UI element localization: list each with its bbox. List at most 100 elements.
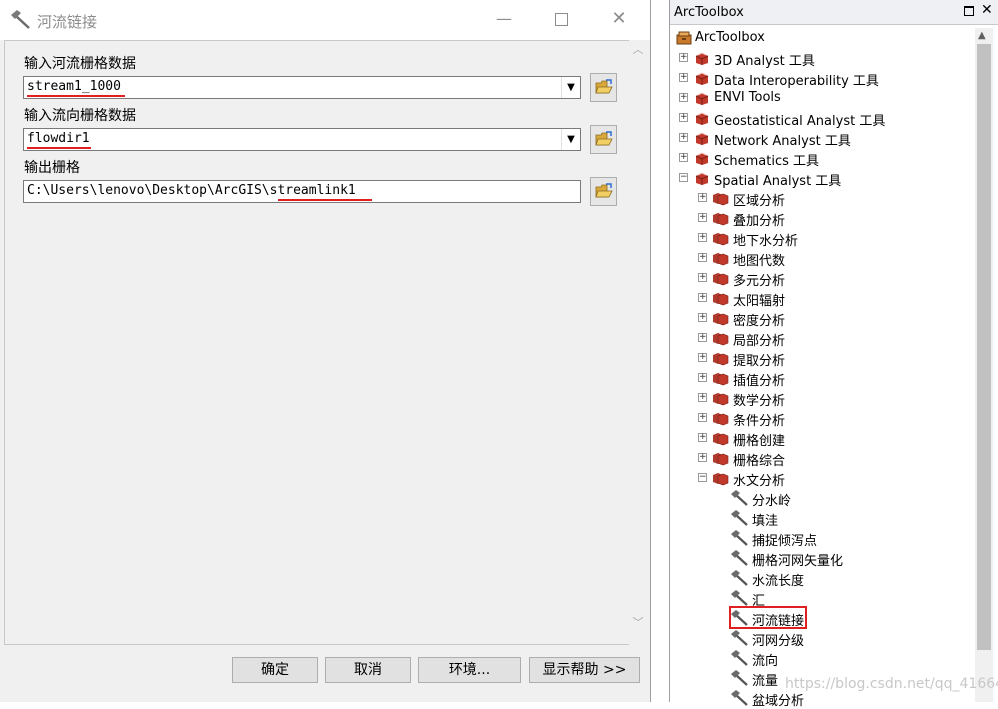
toolbox-icon (695, 92, 709, 105)
panel-scrollbar[interactable]: ︿ ﹀ (629, 40, 647, 645)
expand-icon[interactable]: + (698, 193, 707, 202)
tree-toolset-item[interactable]: + 条件分析 (670, 408, 970, 429)
minimize-button[interactable]: — (493, 8, 515, 30)
folder-open-icon (595, 79, 613, 94)
tree-toolbox-item[interactable]: + ENVI Tools (670, 88, 970, 108)
expand-icon[interactable]: + (698, 273, 707, 282)
expand-icon[interactable]: + (698, 453, 707, 462)
input-stream-raster-value: stream1_1000 (27, 79, 121, 94)
expand-icon[interactable]: + (698, 433, 707, 442)
tree-toolset-item[interactable]: + 栅格综合 (670, 448, 970, 469)
tree-tool-item[interactable]: 分水岭 (670, 488, 970, 509)
annotation-underline (27, 147, 91, 149)
toolset-icon (713, 353, 729, 366)
expand-icon[interactable]: + (698, 313, 707, 322)
toolset-icon (713, 453, 729, 466)
toolbox-label: Data Interoperability 工具 (714, 74, 879, 89)
tool-label: 流向 (752, 654, 779, 669)
tree-toolset-item[interactable]: + 地下水分析 (670, 228, 970, 249)
tree-toolset-item[interactable]: − 水文分析 (670, 468, 970, 489)
dropdown-arrow-icon[interactable]: ▼ (561, 129, 580, 150)
tree-tool-item[interactable]: 栅格河网矢量化 (670, 548, 970, 569)
tree-toolset-item[interactable]: + 太阳辐射 (670, 288, 970, 309)
tree-toolset-item[interactable]: + 区域分析 (670, 188, 970, 209)
expand-icon[interactable]: + (679, 93, 688, 102)
tree-toolbox-item[interactable]: + Geostatistical Analyst 工具 (670, 108, 970, 129)
toolbox-scrollbar[interactable]: ▲ (975, 28, 993, 702)
expand-icon[interactable]: + (698, 393, 707, 402)
tree-toolset-item[interactable]: + 地图代数 (670, 248, 970, 269)
tree-toolset-item[interactable]: + 局部分析 (670, 328, 970, 349)
title-bar[interactable]: 河流链接 — ✕ (0, 0, 650, 40)
maximize-button[interactable] (550, 8, 572, 30)
scroll-up-icon[interactable]: ︿ (632, 44, 644, 56)
expand-icon[interactable]: + (679, 133, 688, 142)
tree-toolset-item[interactable]: + 多元分析 (670, 268, 970, 289)
browse-output-button[interactable] (590, 177, 617, 206)
collapse-icon[interactable]: − (679, 173, 688, 182)
expand-icon[interactable]: + (698, 373, 707, 382)
tree-toolset-item[interactable]: + 叠加分析 (670, 208, 970, 229)
tree-toolset-item[interactable]: + 栅格创建 (670, 428, 970, 449)
ok-button[interactable]: 确定 (232, 657, 318, 683)
tree-tool-item[interactable]: 流向 (670, 648, 970, 669)
expand-icon[interactable]: + (698, 213, 707, 222)
expand-icon[interactable]: + (679, 53, 688, 62)
toolset-label: 密度分析 (733, 314, 786, 329)
input-flowdir-raster-combo[interactable]: flowdir1 ▼ (23, 128, 581, 151)
tree-root-arctoolbox[interactable]: ArcToolbox (670, 28, 970, 48)
toolset-icon (713, 253, 729, 266)
toolbox-icon (695, 172, 709, 185)
tool-label: 水流长度 (752, 574, 805, 589)
tree-tool-item[interactable]: 水流长度 (670, 568, 970, 589)
toolset-label: 栅格综合 (733, 454, 786, 469)
browse-flowdir-button[interactable] (590, 125, 617, 154)
close-icon[interactable]: ✕ (981, 2, 993, 18)
restore-icon[interactable] (964, 6, 974, 16)
show-help-button[interactable]: 显示帮助 >> (529, 657, 640, 683)
tree-toolbox-item[interactable]: + Data Interoperability 工具 (670, 68, 970, 89)
expand-icon[interactable]: + (679, 153, 688, 162)
tree-toolbox-item[interactable]: + Network Analyst 工具 (670, 128, 970, 149)
tree-tool-item-selected[interactable]: 河流链接 (670, 608, 970, 629)
tree-toolbox-item[interactable]: − Spatial Analyst 工具 (670, 168, 970, 189)
expand-icon[interactable]: + (698, 333, 707, 342)
expand-icon[interactable]: + (679, 113, 688, 122)
hammer-icon (731, 490, 748, 506)
close-button[interactable]: ✕ (608, 8, 630, 30)
toolset-label: 水文分析 (733, 474, 786, 489)
expand-icon[interactable]: + (698, 253, 707, 262)
hammer-icon (731, 670, 748, 686)
expand-icon[interactable]: + (698, 413, 707, 422)
tree-tool-item[interactable]: 河网分级 (670, 628, 970, 649)
environments-button[interactable]: 环境... (418, 657, 521, 683)
hammer-icon (731, 510, 748, 526)
expand-icon[interactable]: + (698, 233, 707, 242)
browse-stream-button[interactable] (590, 73, 617, 102)
scrollbar-thumb[interactable] (977, 44, 991, 650)
expand-icon[interactable]: + (679, 73, 688, 82)
tree-toolset-item[interactable]: + 数学分析 (670, 388, 970, 409)
output-raster-value: C:\Users\lenovo\Desktop\ArcGIS\streamlin… (27, 183, 356, 198)
expand-icon[interactable]: + (698, 353, 707, 362)
dropdown-arrow-icon[interactable]: ▼ (561, 77, 580, 98)
tree-toolset-item[interactable]: + 提取分析 (670, 348, 970, 369)
scroll-up-icon[interactable]: ▲ (978, 30, 986, 41)
toolset-icon (713, 393, 729, 406)
tree-toolset-item[interactable]: + 插值分析 (670, 368, 970, 389)
tree-toolset-item[interactable]: + 密度分析 (670, 308, 970, 329)
tree-tool-item[interactable]: 捕捉倾泻点 (670, 528, 970, 549)
tool-label: 栅格河网矢量化 (752, 554, 844, 569)
collapse-icon[interactable]: − (698, 473, 707, 482)
scroll-down-icon[interactable]: ﹀ (632, 617, 644, 629)
tree-tool-item[interactable]: 汇 (670, 588, 970, 609)
toolset-label: 区域分析 (733, 194, 786, 209)
tool-label: 捕捉倾泻点 (752, 534, 818, 549)
cancel-button[interactable]: 取消 (325, 657, 411, 683)
annotation-highlight-box (729, 606, 807, 629)
tree-toolbox-item[interactable]: + 3D Analyst 工具 (670, 48, 970, 69)
tree-toolbox-item[interactable]: + Schematics 工具 (670, 148, 970, 169)
input-stream-raster-label: 输入河流栅格数据 (24, 56, 136, 72)
tree-tool-item[interactable]: 填洼 (670, 508, 970, 529)
expand-icon[interactable]: + (698, 293, 707, 302)
